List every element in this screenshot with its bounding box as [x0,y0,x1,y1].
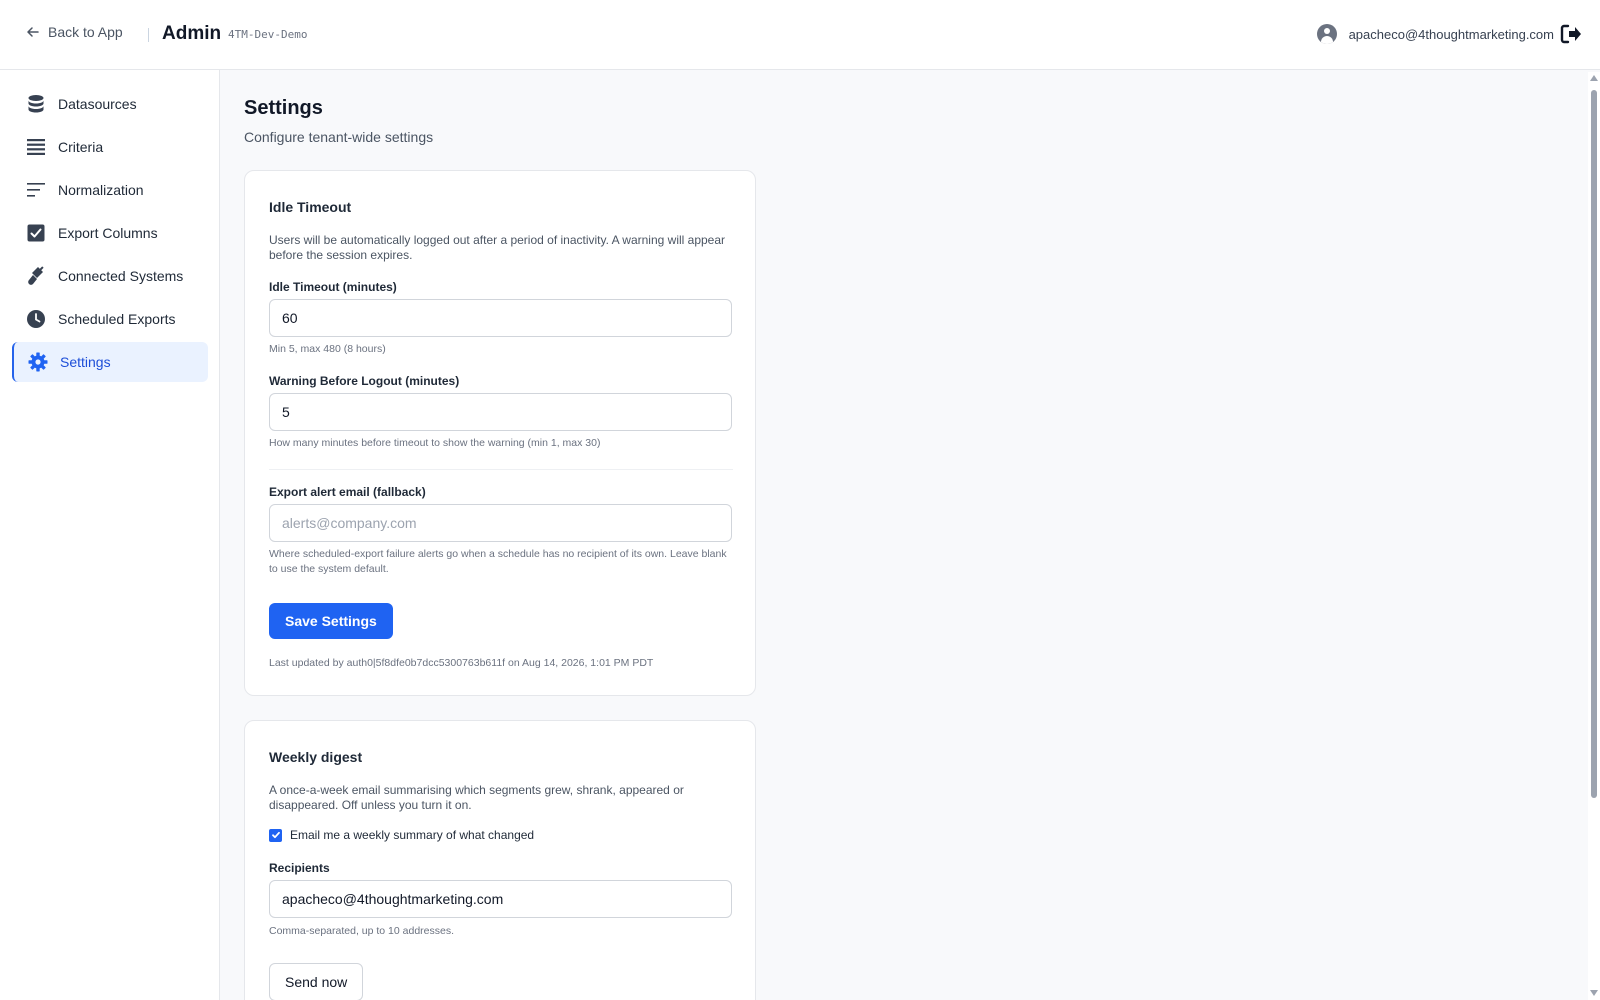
sidebar: Datasources Criteria Normalization Expor… [0,70,220,1000]
card-description: Users will be automatically logged out a… [269,233,726,262]
warning-before-logout-label: Warning Before Logout (minutes) [269,374,460,388]
alert-email-hint: Where scheduled-export failure alerts go… [269,548,727,575]
warning-before-logout-hint: How many minutes before timeout to show … [269,437,601,449]
sidebar-item-criteria[interactable]: Criteria [12,127,208,167]
sidebar-item-label: Criteria [58,139,104,155]
idle-timeout-label: Idle Timeout (minutes) [269,280,397,294]
vertical-scrollbar[interactable] [1588,72,1600,1000]
recipients-input[interactable] [269,880,732,918]
sidebar-item-label: Export Columns [58,225,158,241]
tenant-code: 4TM-Dev-Demo [228,28,308,41]
user-email: apacheco@4thoughtmarketing.com [1348,26,1554,42]
database-icon [28,95,44,113]
weekly-summary-option[interactable]: Email me a weekly summary of what change… [269,828,534,842]
sidebar-item-label: Settings [60,354,111,370]
warning-before-logout-input[interactable] [269,393,732,431]
arrow-left-icon [27,27,39,37]
card-title: Idle Timeout [269,199,352,215]
scroll-down-arrow-icon[interactable] [1590,990,1598,996]
idle-timeout-hint: Min 5, max 480 (8 hours) [269,343,386,355]
sidebar-item-datasources[interactable]: Datasources [12,84,208,124]
sidebar-item-export-columns[interactable]: Export Columns [12,213,208,253]
user-menu[interactable]: apacheco@4thoughtmarketing.com [1316,24,1554,44]
idle-timeout-card: Idle Timeout Users will be automatically… [244,170,756,696]
logout-icon[interactable] [1560,24,1582,44]
sidebar-item-settings[interactable]: Settings [12,342,208,382]
last-updated-text: Last updated by auth0|5f8dfe0b7dcc530076… [269,657,654,669]
recipients-label: Recipients [269,861,330,875]
recipients-hint: Comma-separated, up to 10 addresses. [269,925,455,937]
page-title: Settings [244,97,323,119]
list-icon [27,139,45,155]
sidebar-item-connected-systems[interactable]: Connected Systems [12,256,208,296]
idle-timeout-input[interactable] [269,299,732,337]
lines-icon [27,183,45,197]
sidebar-item-scheduled-exports[interactable]: Scheduled Exports [12,299,208,339]
scrollbar-thumb[interactable] [1591,90,1597,798]
weekly-digest-card: Weekly digest A once-a-week email summar… [244,720,756,1000]
back-to-app-label: Back to App [48,24,123,40]
clock-icon [27,310,45,328]
checkmark-icon [271,831,280,839]
admin-title: Admin [162,23,222,44]
send-now-button[interactable]: Send now [269,963,364,1000]
sidebar-item-label: Datasources [58,96,137,112]
sidebar-item-normalization[interactable]: Normalization [12,170,208,210]
gear-icon [28,352,48,372]
back-to-app-link[interactable]: Back to App [26,24,123,40]
sidebar-item-label: Scheduled Exports [58,311,176,327]
alert-email-input[interactable] [269,504,732,542]
card-title: Weekly digest [269,749,363,765]
page-subtitle: Configure tenant-wide settings [244,129,434,145]
alert-email-label: Export alert email (fallback) [269,485,426,499]
weekly-summary-label: Email me a weekly summary of what change… [290,828,535,842]
check-square-icon [27,224,45,242]
weekly-summary-checkbox[interactable] [269,828,282,842]
scroll-up-arrow-icon[interactable] [1590,75,1598,81]
user-avatar-icon [1316,24,1337,44]
card-description: A once-a-week email summarising which se… [269,783,684,812]
plug-icon [28,266,44,285]
save-settings-button[interactable]: Save Settings [269,603,393,639]
sidebar-item-label: Normalization [58,182,144,198]
top-bar: Back to App Admin 4TM-Dev-Demo apacheco@… [0,0,1600,70]
header-divider [148,28,149,42]
section-divider [269,469,733,470]
sidebar-item-label: Connected Systems [58,268,184,284]
